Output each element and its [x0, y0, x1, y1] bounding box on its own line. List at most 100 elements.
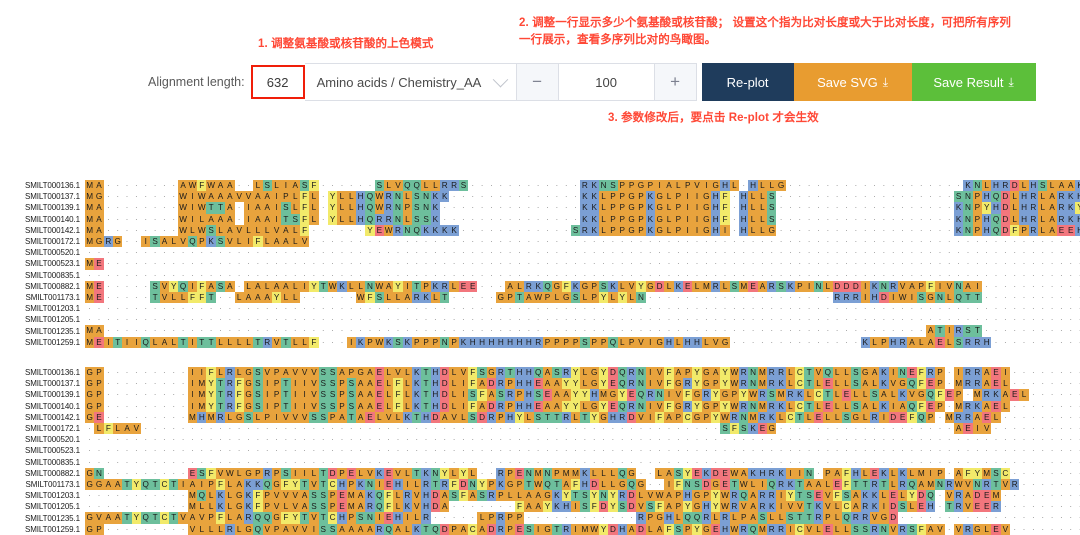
residue-cell: R	[767, 378, 777, 390]
residue-cell: S	[897, 501, 908, 513]
residue-gap: ·	[321, 446, 325, 456]
residue-gap: ·	[471, 435, 475, 445]
residue-gap: ·	[172, 468, 176, 478]
residue-gap: ·	[321, 270, 325, 280]
residue-cell: Q	[925, 389, 936, 401]
residue-cell: I	[290, 389, 300, 401]
residue-gap: ·	[994, 435, 998, 445]
residue-gap: ·	[527, 192, 531, 202]
residue-cell: P	[552, 467, 562, 479]
residue-gap: ·	[938, 412, 942, 422]
save-svg-button[interactable]: Save SVG ⤓	[793, 63, 912, 101]
residue-cell: L	[393, 490, 403, 502]
residue-gap: ·	[975, 270, 979, 280]
replot-button[interactable]: Re-plot	[701, 63, 794, 101]
residue-cell: L	[1010, 191, 1020, 203]
residue-cell: G	[552, 280, 562, 292]
residue-cell: F	[720, 191, 730, 203]
residue-gap: ·	[929, 435, 932, 445]
residue-gap: ·	[947, 236, 951, 246]
residue-cell: P	[412, 336, 422, 348]
sequence-residues: G P · · · · · · · · · I M Y T R F G S I P T I I V S S P S A A E L F L K T H D L…	[85, 378, 1080, 390]
residue-cell: Q	[178, 280, 188, 292]
residue-cell: G	[692, 411, 702, 423]
residue-gap: ·	[723, 435, 727, 445]
residue-gap: ·	[1003, 337, 1007, 347]
residue-cell: S	[991, 467, 1001, 479]
save-result-button[interactable]: Save Result ⤓	[911, 63, 1036, 101]
residue-gap: ·	[1022, 423, 1026, 433]
residue-gap: ·	[172, 225, 176, 235]
residue-cell: V	[262, 367, 272, 379]
residue-cell: R	[225, 523, 235, 535]
residue-gap: ·	[1032, 337, 1035, 347]
residue-cell: T	[879, 478, 889, 491]
residue-cell: N	[393, 213, 403, 225]
residues-decrement-button[interactable]: −	[516, 63, 559, 101]
residue-gap: ·	[555, 446, 559, 456]
residue-cell: S	[318, 378, 328, 390]
residue-cell: I	[692, 224, 702, 236]
residue-cell: G	[94, 235, 104, 248]
residue-cell: P	[589, 291, 599, 304]
residue-cell: Y	[309, 280, 319, 292]
residue-cell: S	[804, 490, 814, 502]
residue-gap: ·	[929, 192, 932, 202]
residues-increment-button[interactable]: +	[654, 63, 697, 101]
residue-cell: Q	[739, 490, 749, 502]
residue-gap: ·	[555, 423, 559, 433]
residue-cell: V	[813, 367, 824, 379]
residue-gap: ·	[1022, 446, 1026, 456]
residue-gap: ·	[1050, 390, 1054, 400]
sequence-residues: · · · · · · · · · · · · · · · · · · · · · · · · · · · · · · · · · · · · · · · ·…	[85, 314, 1080, 325]
residue-gap: ·	[163, 468, 166, 478]
residue-gap: ·	[602, 270, 605, 280]
residue-gap: ·	[1075, 490, 1080, 501]
residue-cell: H	[683, 336, 693, 348]
residue-cell: S	[318, 501, 328, 513]
sequence-id-label: SMILT000136.1	[24, 181, 80, 191]
residue-gap: ·	[284, 435, 288, 445]
residue-gap: ·	[1069, 281, 1073, 291]
residue-cell: K	[430, 280, 441, 292]
residue-cell: K	[673, 280, 683, 292]
sequence-id-label: SMILT000140.1	[24, 401, 80, 411]
residue-cell: L	[832, 389, 842, 401]
residue-gap: ·	[144, 292, 148, 302]
residue-gap: ·	[303, 315, 306, 325]
residue-cell: I	[346, 336, 356, 348]
residue-gap: ·	[536, 315, 540, 325]
residue-gap: ·	[508, 270, 512, 280]
residue-gap: ·	[163, 412, 166, 422]
residue-cell: V	[804, 523, 814, 535]
residue-gap: ·	[555, 192, 559, 202]
residue-gap: ·	[331, 315, 334, 325]
residue-cell: V	[944, 490, 954, 502]
residue-gap: ·	[518, 446, 521, 456]
residue-gap: ·	[237, 270, 241, 280]
alignment-length-input[interactable]: 632	[250, 65, 305, 99]
residue-cell: A	[159, 235, 170, 248]
residue-gap: ·	[751, 304, 755, 314]
residue-gap: ·	[499, 435, 503, 445]
residue-cell: L	[449, 400, 459, 412]
residue-cell: I	[757, 478, 768, 491]
residue-gap: ·	[471, 423, 475, 433]
residues-per-line-input[interactable]: 100	[558, 63, 655, 101]
residue-gap: ·	[676, 304, 680, 314]
color-scheme-select[interactable]: Amino acids / Chemistry_AA	[304, 63, 517, 101]
residue-gap: ·	[994, 326, 998, 336]
residue-gap: ·	[527, 315, 531, 325]
residue-cell: E	[94, 411, 104, 423]
residue-gap: ·	[817, 181, 820, 190]
residue-gap: ·	[1032, 379, 1035, 389]
residue-gap: ·	[620, 304, 624, 314]
residue-cell: L	[290, 336, 300, 348]
residue-gap: ·	[209, 315, 213, 325]
residue-gap: ·	[265, 270, 269, 280]
residue-cell: I	[570, 523, 581, 535]
sequence-residues: G P · · · · · · · · · I M Y T R F G S I P T I I V S S P S A A E L F L K T H D L…	[85, 400, 1080, 412]
residue-gap: ·	[396, 435, 400, 445]
residue-cell: E	[374, 367, 384, 379]
residue-cell: A	[972, 411, 982, 423]
